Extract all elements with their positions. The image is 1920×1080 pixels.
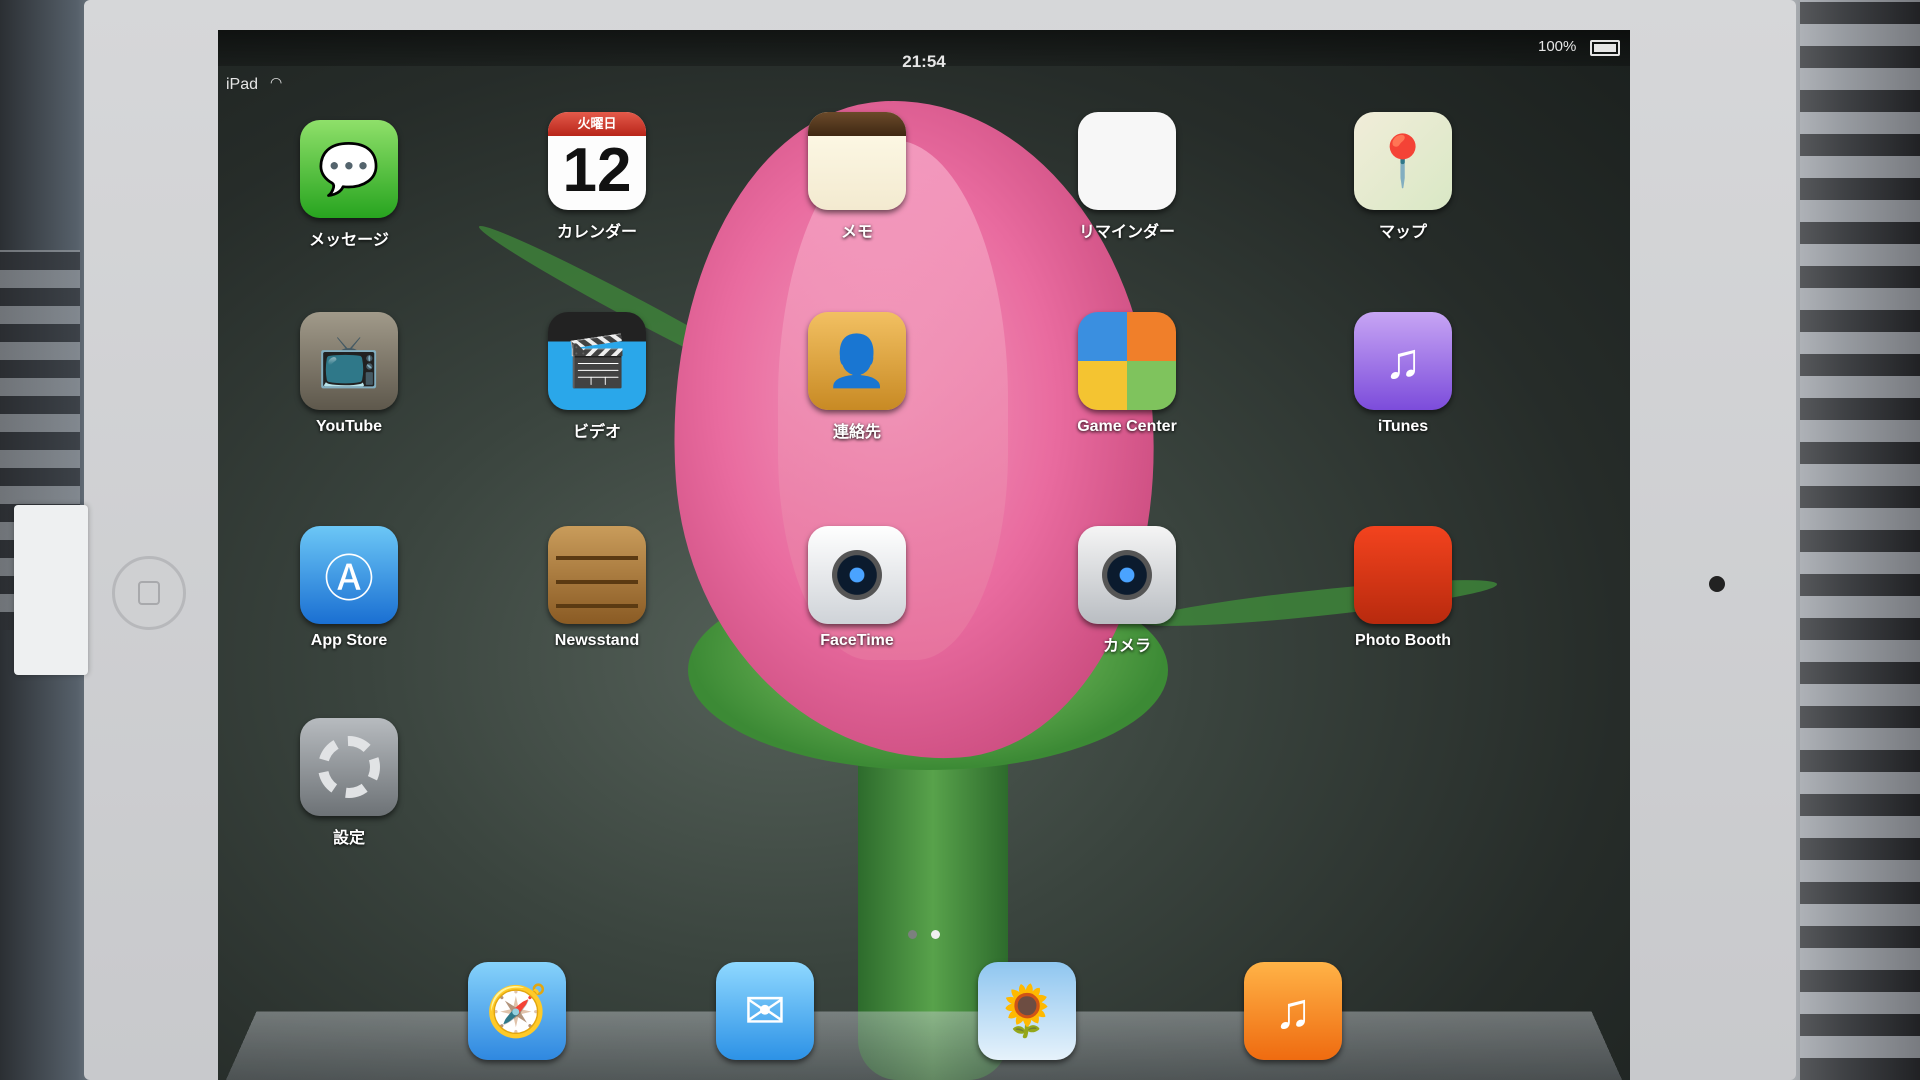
- app-label: 設定: [332, 830, 365, 847]
- app-photo-booth[interactable]: Photo Booth: [1328, 526, 1478, 650]
- app-label: メッセージ: [309, 232, 389, 249]
- calendar-weekday: 火曜日: [548, 112, 646, 136]
- newsstand-icon[interactable]: [548, 526, 646, 624]
- mail-icon[interactable]: ✉: [716, 962, 814, 1060]
- app-label: メモ: [840, 224, 873, 241]
- app-label: Photo Booth: [1355, 632, 1451, 649]
- settings-icon[interactable]: [300, 718, 398, 816]
- youtube-icon[interactable]: 📺: [300, 312, 398, 410]
- dock: [218, 1011, 1630, 1080]
- battery-percent: 100%: [1538, 38, 1577, 55]
- page-dot[interactable]: [907, 930, 917, 939]
- camera-dot: [1709, 576, 1725, 592]
- notes-icon[interactable]: [808, 112, 906, 210]
- fabric-right: [1800, 0, 1920, 1080]
- maps-icon[interactable]: 📍: [1354, 112, 1452, 210]
- app-maps[interactable]: 📍 マップ: [1328, 112, 1478, 242]
- page-indicator[interactable]: [218, 926, 1630, 944]
- app-contacts[interactable]: 👤 連絡先: [782, 312, 932, 442]
- dock-connector-cable: [14, 505, 88, 675]
- app-label: マップ: [1378, 224, 1427, 241]
- wifi-icon: ◠: [270, 74, 283, 90]
- calendar-day: 12: [562, 136, 632, 205]
- app-label: YouTube: [315, 418, 383, 435]
- app-label: リマインダー: [1078, 224, 1175, 241]
- reminders-icon[interactable]: [1078, 112, 1176, 210]
- app-notes[interactable]: メモ: [782, 112, 932, 242]
- photos-icon[interactable]: 🌻: [978, 962, 1076, 1060]
- app-label: iTunes: [1377, 418, 1429, 435]
- home-button[interactable]: [112, 556, 186, 630]
- app-videos[interactable]: 🎬 ビデオ: [522, 312, 672, 442]
- app-camera[interactable]: カメラ: [1052, 526, 1202, 656]
- page-dot-current[interactable]: [931, 930, 941, 939]
- calendar-icon[interactable]: 火曜日 12: [548, 112, 646, 210]
- app-settings[interactable]: 設定: [274, 718, 424, 848]
- dock-safari[interactable]: 🧭: [442, 962, 592, 1060]
- itunes-icon[interactable]: ♫: [1354, 312, 1452, 410]
- battery-icon: [1590, 40, 1620, 56]
- safari-icon[interactable]: 🧭: [468, 962, 566, 1060]
- app-app-store[interactable]: Ⓐ App Store: [274, 526, 424, 650]
- status-time: 21:54: [902, 52, 946, 71]
- app-label: 連絡先: [832, 424, 881, 441]
- app-messages[interactable]: 💬 メッセージ: [274, 120, 424, 250]
- app-store-icon[interactable]: Ⓐ: [300, 526, 398, 624]
- app-game-center[interactable]: Game Center: [1052, 312, 1202, 436]
- app-label: カレンダー: [556, 224, 637, 241]
- app-itunes[interactable]: ♫ iTunes: [1328, 312, 1478, 436]
- music-icon[interactable]: ♫: [1244, 962, 1342, 1060]
- status-bar: iPad ◠ 21:54 100%: [218, 30, 1630, 93]
- app-calendar[interactable]: 火曜日 12 カレンダー: [522, 112, 672, 242]
- contacts-icon[interactable]: 👤: [808, 312, 906, 410]
- app-label: Newsstand: [554, 632, 640, 649]
- dock-mail[interactable]: ✉: [690, 962, 840, 1060]
- facetime-icon[interactable]: [808, 526, 906, 624]
- app-reminders[interactable]: リマインダー: [1052, 112, 1202, 242]
- videos-icon[interactable]: 🎬: [548, 312, 646, 410]
- dock-photos[interactable]: 🌻: [952, 962, 1102, 1060]
- home-screen: iPad ◠ 21:54 100% 💬 メッセージ 火曜日 12 カレンダー メ…: [218, 30, 1630, 1080]
- dock-music[interactable]: ♫: [1218, 962, 1368, 1060]
- game-center-icon[interactable]: [1078, 312, 1176, 410]
- device-name: iPad: [226, 76, 259, 93]
- app-label: App Store: [310, 632, 388, 649]
- app-label: カメラ: [1102, 638, 1151, 655]
- app-label: Game Center: [1077, 418, 1177, 435]
- app-youtube[interactable]: 📺 YouTube: [274, 312, 424, 436]
- photo-booth-icon[interactable]: [1354, 526, 1452, 624]
- app-facetime[interactable]: FaceTime: [782, 526, 932, 650]
- app-label: ビデオ: [572, 424, 621, 441]
- app-label: FaceTime: [820, 632, 894, 649]
- app-newsstand[interactable]: Newsstand: [522, 526, 672, 650]
- camera-icon[interactable]: [1078, 526, 1176, 624]
- messages-icon[interactable]: 💬: [300, 120, 398, 218]
